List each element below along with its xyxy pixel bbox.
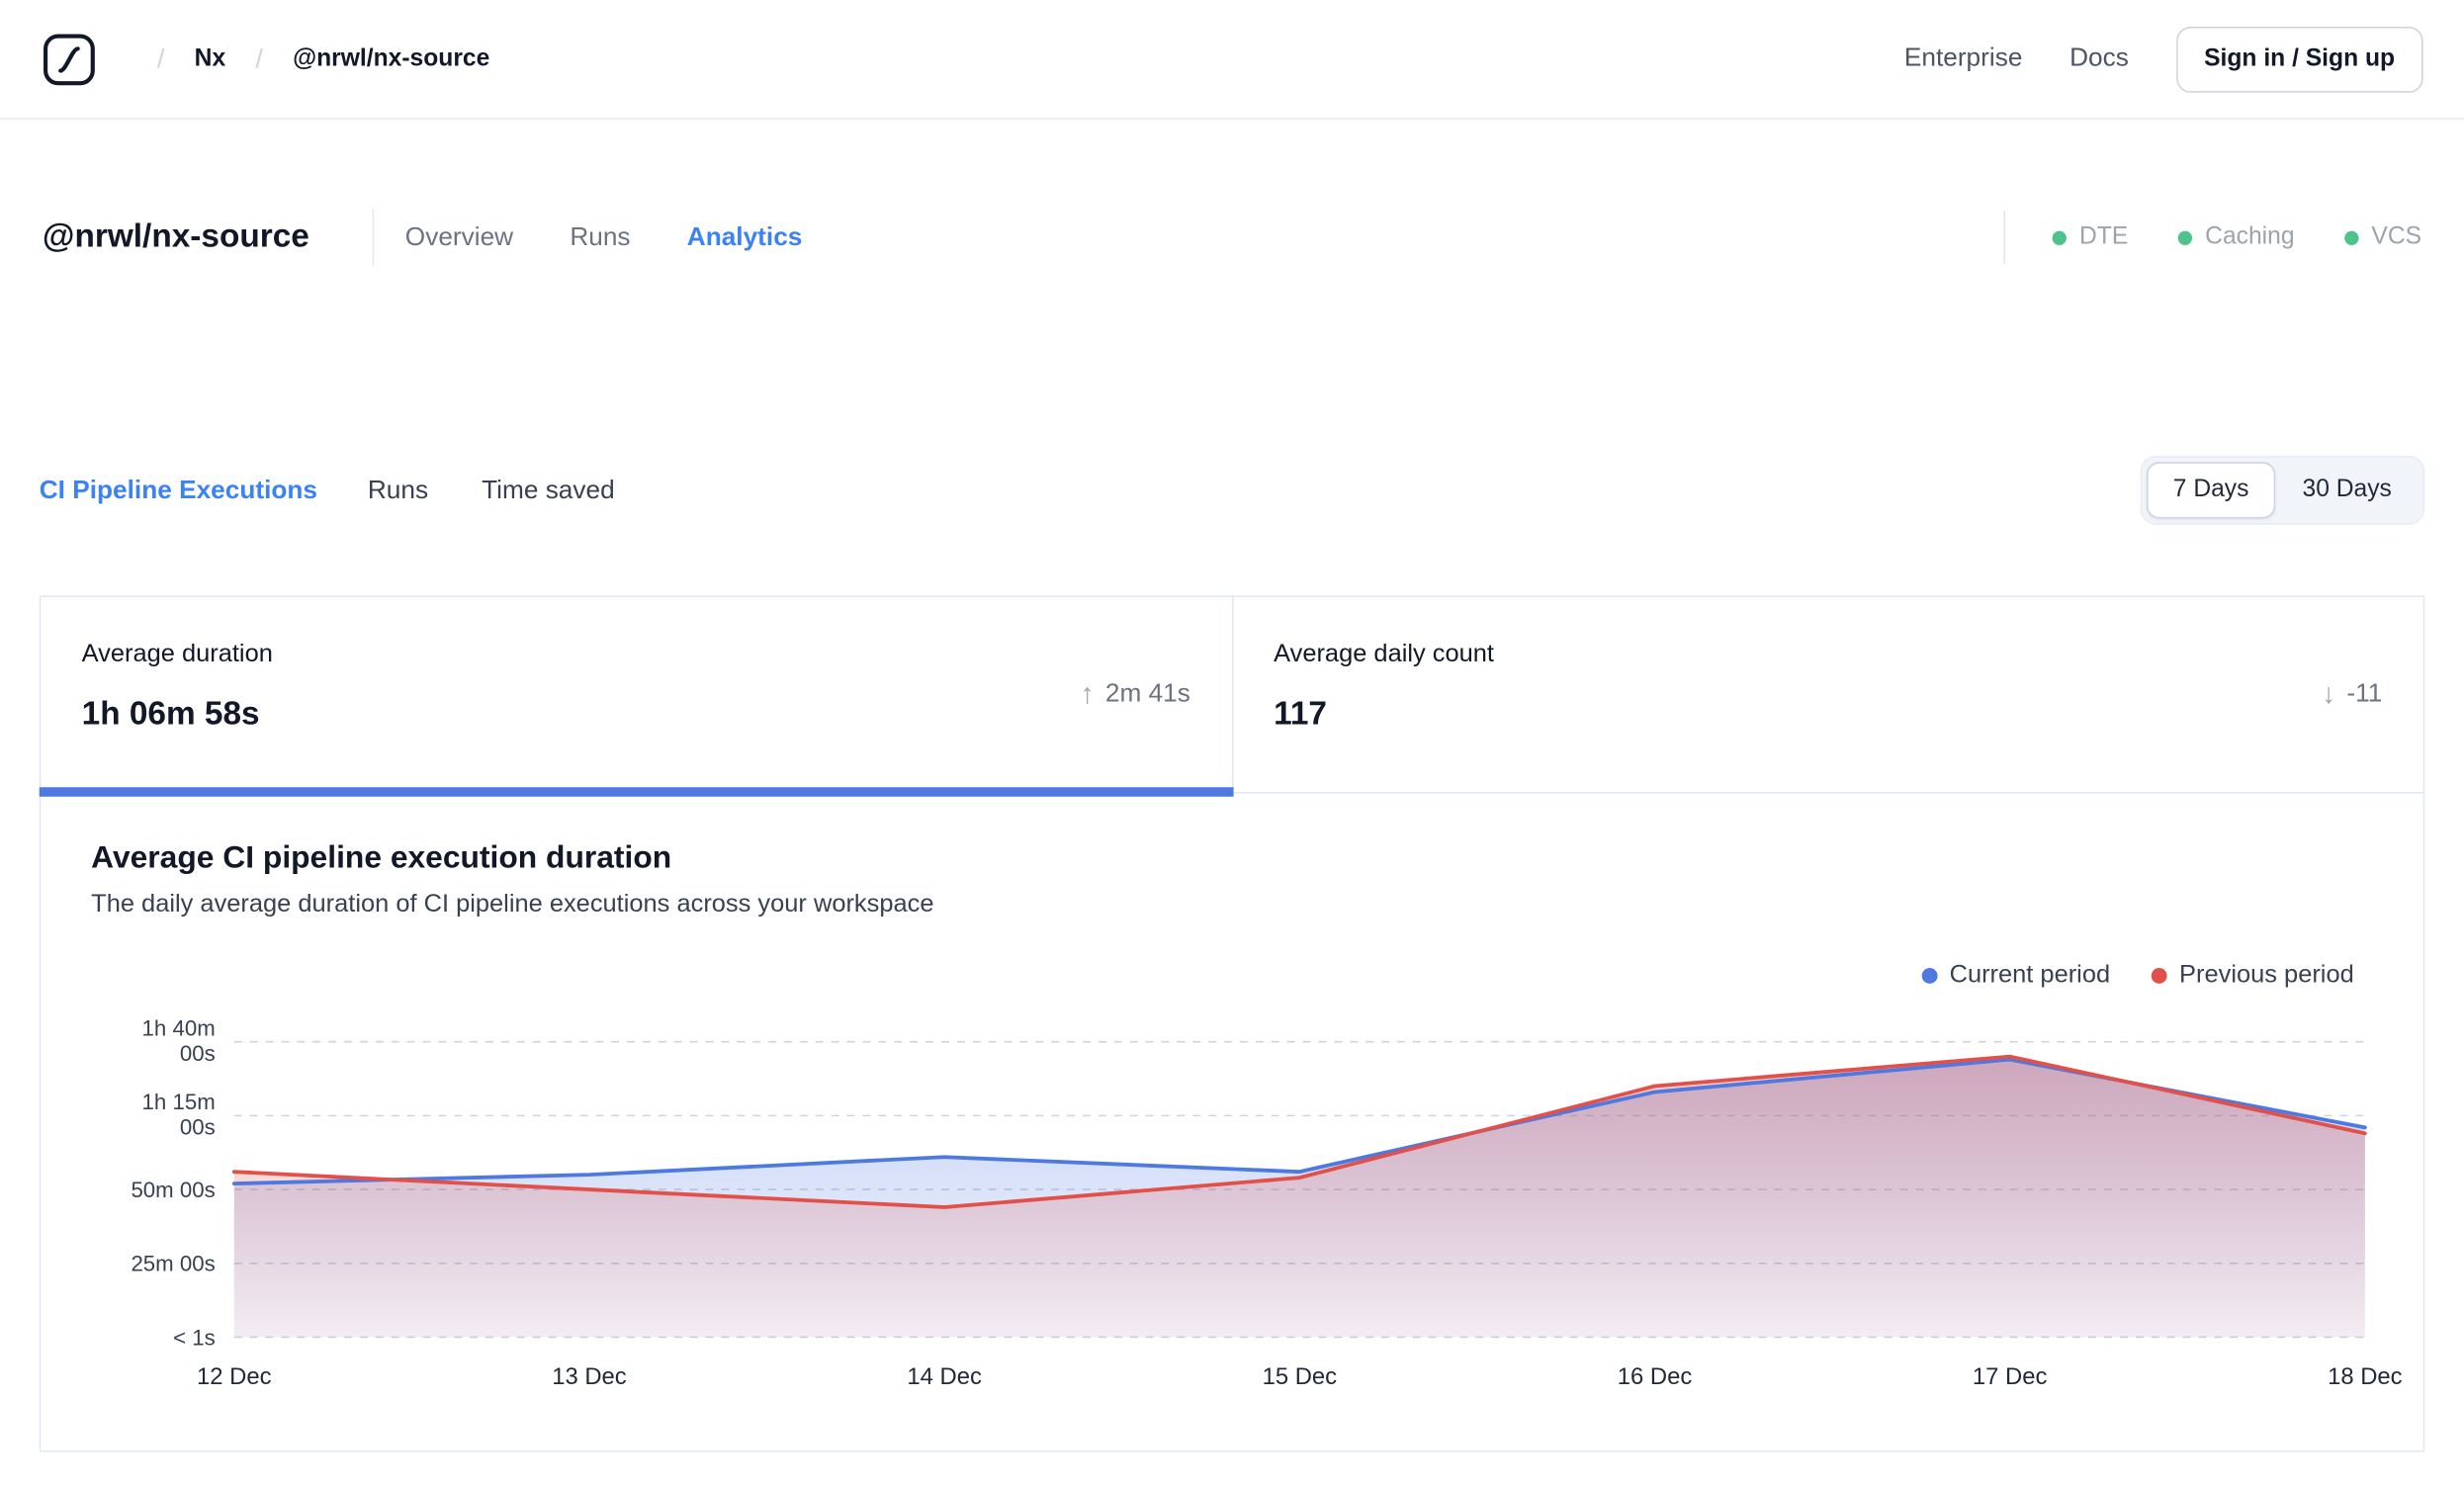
date-range-toggle: 7 Days 30 Days [2140, 455, 2425, 525]
legend-label: Previous period [2179, 961, 2354, 989]
svg-text:16 Dec: 16 Dec [1618, 1363, 1693, 1390]
green-dot-icon [2344, 229, 2359, 245]
breadcrumb-org[interactable]: Nx [195, 44, 226, 73]
status-vcs: VCS [2344, 223, 2421, 252]
nav-link-enterprise[interactable]: Enterprise [1904, 44, 2023, 73]
stats-row: Average duration 1h 06m 58s ↑ 2m 41s Ave… [39, 596, 2423, 797]
range-30-days-button[interactable]: 30 Days [2275, 462, 2418, 518]
svg-text:12 Dec: 12 Dec [197, 1363, 272, 1390]
arrow-down-icon: ↓ [2321, 677, 2336, 710]
svg-text:13 Dec: 13 Dec [552, 1363, 627, 1390]
workspace-title: @nrwl/nx-source [42, 218, 309, 255]
status-caching: Caching [2178, 222, 2295, 252]
svg-text:< 1s: < 1s [173, 1325, 216, 1350]
breadcrumb-separator: / [156, 43, 165, 73]
chart-subtitle: The daily average duration of CI pipelin… [91, 891, 934, 918]
selected-stat-indicator [39, 787, 1233, 797]
svg-text:17 Dec: 17 Dec [1973, 1363, 2048, 1390]
stat-delta: ↓ -11 [2322, 678, 2382, 711]
stat-delta: ↑ 2m 41s [1080, 678, 1189, 711]
analytics-section-tabs: CI Pipeline Executions Runs Time saved 7… [40, 455, 2425, 525]
status-items: DTE Caching VCS [2052, 222, 2421, 252]
svg-text:25m 00s: 25m 00s [131, 1252, 215, 1276]
nx-cloud-logo-icon [44, 33, 95, 85]
chart-legend: Current period Previous period [41, 960, 2354, 992]
workspace-title-row: @nrwl/nx-source Overview Runs Analytics … [43, 205, 2421, 271]
svg-text:18 Dec: 18 Dec [2328, 1363, 2403, 1390]
divider [372, 209, 375, 266]
legend-dot-icon [1920, 967, 1937, 984]
header-right: Enterprise Docs Sign in / Sign up [1904, 26, 2423, 92]
nx-cloud-logo[interactable] [41, 31, 97, 87]
page: / Nx / @nrwl/nx-source Enterprise Docs S… [0, 0, 2464, 1487]
tab-time-saved[interactable]: Time saved [482, 476, 615, 505]
stat-delta-value: -11 [2346, 679, 2383, 708]
tab-overview[interactable]: Overview [405, 222, 513, 252]
green-dot-icon [2052, 229, 2068, 245]
workspace-tabs: Overview Runs Analytics [405, 222, 803, 252]
tab-analytics[interactable]: Analytics [687, 222, 803, 252]
tab-analytics-runs[interactable]: Runs [368, 476, 428, 505]
chart-panel: Average CI pipeline execution duration T… [41, 794, 2422, 1450]
green-dot-icon [2178, 229, 2193, 245]
breadcrumb-repo[interactable]: @nrwl/nx-source [293, 44, 489, 73]
stat-value: 117 [1274, 696, 1327, 733]
arrow-up-icon: ↑ [1080, 677, 1095, 710]
svg-text:50m 00s: 50m 00s [131, 1178, 215, 1202]
status-dte-label: DTE [2079, 222, 2129, 250]
svg-text:1h 15m00s: 1h 15m 00s [142, 1090, 216, 1139]
svg-text:14 Dec: 14 Dec [907, 1363, 982, 1390]
range-7-days-button[interactable]: 7 Days [2146, 462, 2276, 519]
stat-label: Average duration [81, 641, 273, 668]
sign-in-button[interactable]: Sign in / Sign up [2175, 26, 2423, 92]
tab-ci-pipeline-executions[interactable]: CI Pipeline Executions [40, 476, 317, 505]
stat-label: Average daily count [1274, 641, 1495, 668]
status-vcs-label: VCS [2371, 222, 2422, 250]
legend-item: Previous period [2151, 961, 2354, 991]
breadcrumb-separator: / [255, 43, 263, 73]
legend-dot-icon [2151, 967, 2167, 984]
duration-chart: < 1s 25m 00s 50m 00s 1h 15m 00s 1h 40m 00s 12 D… [131, 1015, 2403, 1390]
workspace-status: DTE Caching VCS [2003, 210, 2421, 264]
svg-text:15 Dec: 15 Dec [1263, 1363, 1338, 1390]
stat-card-average-duration[interactable]: Average duration 1h 06m 58s ↑ 2m 41s [39, 596, 1233, 797]
legend-item: Current period [1920, 961, 2111, 991]
tab-runs[interactable]: Runs [570, 222, 630, 252]
chart-title: Average CI pipeline execution duration [91, 840, 672, 876]
nav-link-docs[interactable]: Docs [2069, 44, 2129, 73]
divider [2003, 210, 2006, 264]
stat-delta-value: 2m 41s [1104, 679, 1190, 708]
stat-card-average-daily-count[interactable]: Average daily count 117 ↓ -11 [1233, 597, 2423, 792]
analytics-panel: Average duration 1h 06m 58s ↑ 2m 41s Ave… [39, 595, 2425, 1452]
status-caching-label: Caching [2205, 222, 2295, 250]
svg-text:1h 40m00s: 1h 40m 00s [142, 1015, 216, 1065]
legend-label: Current period [1949, 961, 2111, 989]
top-header: / Nx / @nrwl/nx-source Enterprise Docs S… [0, 0, 2464, 120]
stat-value: 1h 06m 58s [81, 696, 260, 733]
status-dte: DTE [2052, 222, 2129, 252]
